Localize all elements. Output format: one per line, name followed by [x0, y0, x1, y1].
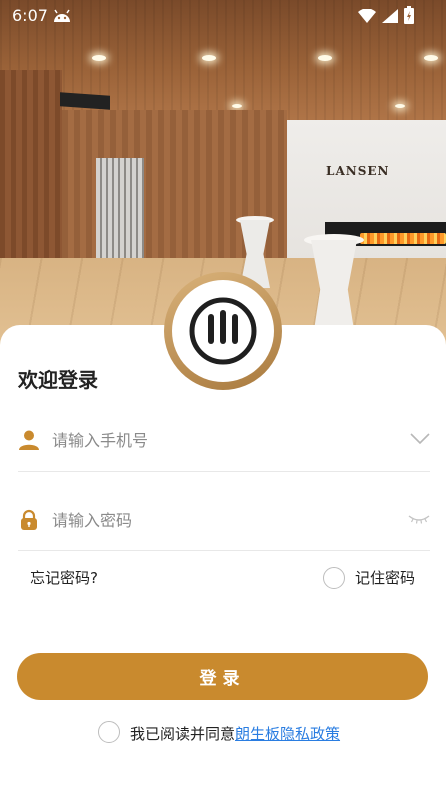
fireplace-flames — [360, 233, 446, 244]
remember-password-radio[interactable] — [323, 567, 345, 589]
remember-password-label[interactable]: 记住密码 — [355, 567, 415, 588]
ceiling-light — [318, 55, 332, 61]
ceiling-light — [424, 55, 438, 61]
android-debug-icon — [52, 8, 72, 28]
agreement-text: 我已阅读并同意朗生板隐私政策 — [130, 723, 340, 744]
password-input[interactable] — [52, 504, 392, 536]
ceiling-light — [92, 55, 106, 61]
ceiling-light — [202, 55, 216, 61]
window-blinds — [96, 158, 144, 258]
phone-input[interactable] — [52, 424, 392, 456]
logo-mark-icon — [189, 297, 257, 365]
phone-field[interactable] — [18, 420, 430, 460]
password-field[interactable] — [18, 500, 430, 540]
brand-sign: LANSEN — [326, 164, 390, 178]
eye-closed-icon[interactable] — [408, 510, 430, 529]
divider — [18, 550, 430, 551]
lock-icon — [18, 509, 40, 535]
agreement-prefix: 我已阅读并同意 — [130, 725, 236, 743]
wifi-icon — [358, 7, 376, 27]
privacy-policy-link[interactable]: 朗生板隐私政策 — [235, 725, 340, 743]
forgot-password-link[interactable]: 忘记密码? — [30, 567, 98, 588]
page-title: 欢迎登录 — [18, 368, 98, 392]
battery-charging-icon — [404, 6, 414, 28]
status-bar: 6:07 — [0, 0, 446, 30]
chevron-down-icon[interactable] — [410, 430, 430, 449]
status-time: 6:07 — [12, 6, 48, 25]
login-screen: LANSEN 6:07 欢迎登录 请输入手机号 忘记密码? 记住密码 登录 我已… — [0, 0, 446, 793]
divider — [18, 471, 430, 472]
agreement-radio[interactable] — [98, 721, 120, 743]
ceiling-light — [232, 104, 242, 108]
login-button[interactable]: 登录 — [17, 653, 428, 700]
ceiling-light — [395, 104, 405, 108]
user-icon — [18, 429, 40, 455]
signal-icon — [382, 8, 398, 27]
app-logo — [172, 280, 274, 382]
